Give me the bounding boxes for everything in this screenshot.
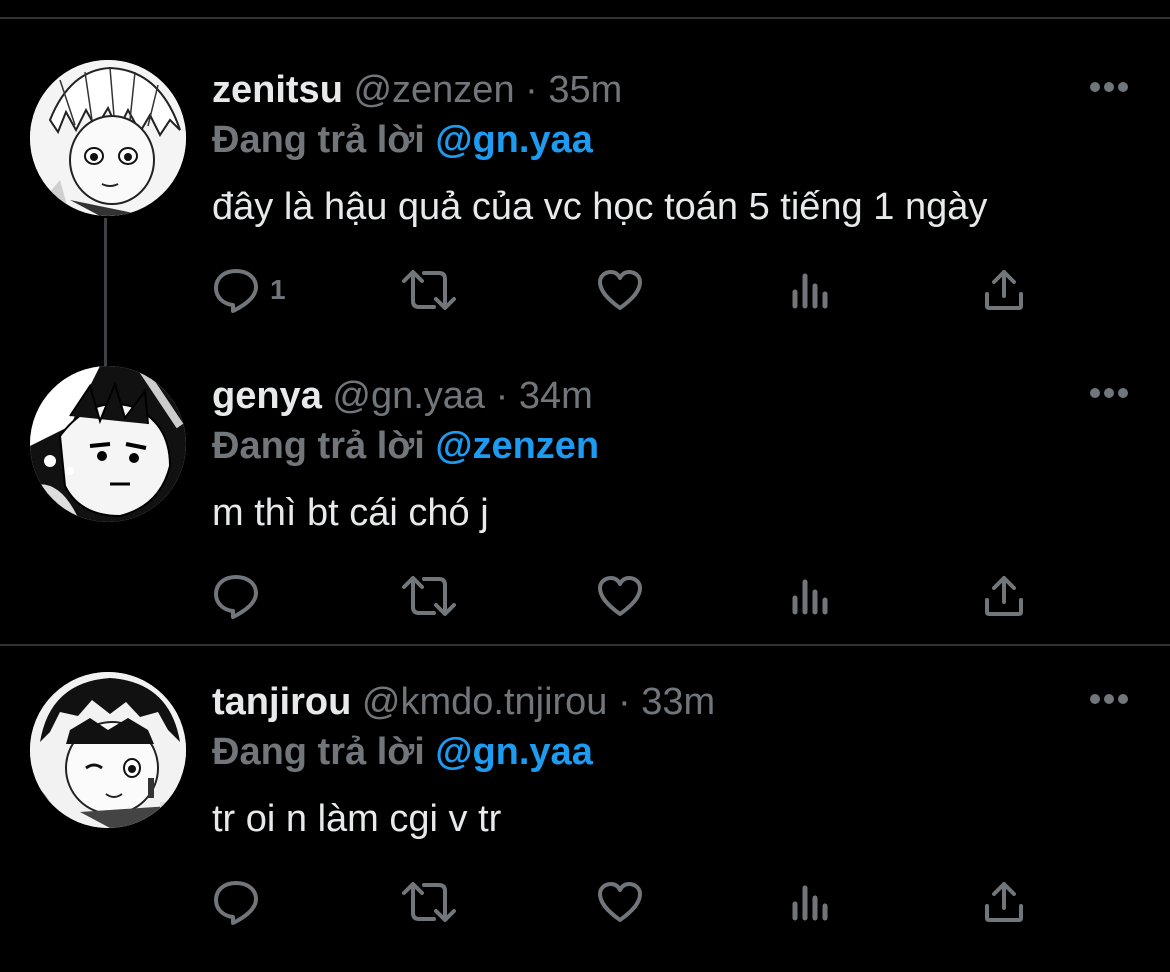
share-button[interactable] [982,571,1026,621]
avatar[interactable] [30,60,186,216]
tweet-tanjirou[interactable]: tanjirou @kmdo.tnjirou · 33m Đang trả lờ… [0,672,1170,972]
replying-to-line: Đang trả lời @zenzen [212,424,599,468]
replying-to-line: Đang trả lời @gn.yaa [212,730,593,774]
views-button[interactable] [790,571,834,621]
share-icon [982,880,1026,924]
reply-count: 1 [270,274,286,305]
reply-button[interactable] [212,877,270,927]
tweet-genya[interactable]: genya @gn.yaa · 34m Đang trả lời @zenzen… [0,366,1170,666]
display-name[interactable]: tanjirou [212,681,351,723]
replying-to-handle[interactable]: @gn.yaa [435,731,592,773]
tweet-header: tanjirou @kmdo.tnjirou · 33m [212,680,715,724]
tweet-text: đây là hậu quả của vc học toán 5 tiếng 1… [212,186,988,228]
like-icon [596,880,644,924]
retweet-icon [400,573,458,619]
more-icon[interactable] [1088,686,1130,712]
like-icon [596,574,644,618]
timestamp[interactable]: 35m [548,69,622,111]
separator-dot: · [618,681,631,723]
retweet-button[interactable] [400,265,458,315]
display-name[interactable]: zenitsu [212,69,343,111]
tweet-actions [212,877,1052,927]
like-button[interactable] [596,265,644,315]
retweet-icon [400,879,458,925]
separator-dot: · [495,375,509,417]
views-icon [790,882,834,922]
tweet-header: zenitsu @zenzen · 35m [212,68,622,112]
user-handle[interactable]: @gn.yaa [332,375,485,417]
replying-to-label: Đang trả lời [212,731,425,773]
views-button[interactable] [790,265,834,315]
views-icon [790,270,834,310]
tanjirou-avatar-art [30,672,186,828]
avatar[interactable] [30,672,186,828]
share-button[interactable] [982,265,1026,315]
share-icon [982,268,1026,312]
reply-icon [212,573,260,619]
like-button[interactable] [596,877,644,927]
user-handle[interactable]: @kmdo.tnjirou [362,681,608,723]
reply-icon [212,267,260,313]
replying-to-handle[interactable]: @gn.yaa [435,119,592,161]
more-icon[interactable] [1088,380,1130,406]
separator-dot: · [525,69,538,111]
views-button[interactable] [790,877,834,927]
tweet-zenitsu[interactable]: zenitsu @zenzen · 35m Đang trả lời @gn.y… [0,60,1170,360]
user-handle[interactable]: @zenzen [353,69,514,111]
replying-to-label: Đang trả lời [212,119,425,161]
retweet-button[interactable] [400,877,458,927]
timestamp[interactable]: 33m [641,681,715,723]
views-icon [790,576,834,616]
like-button[interactable] [596,571,644,621]
reply-icon [212,879,260,925]
share-button[interactable] [982,877,1026,927]
tweet-actions: 1 [212,265,1052,315]
replying-to-label: Đang trả lời [212,425,425,467]
replying-to-line: Đang trả lời @gn.yaa [212,118,593,162]
tweet-header: genya @gn.yaa · 34m [212,374,593,418]
tweet-text: m thì bt cái chó j [212,492,489,534]
tweet-text: tr oi n làm cgi v tr [212,798,502,840]
tweet-actions [212,571,1052,621]
display-name[interactable]: genya [212,375,322,417]
timestamp[interactable]: 34m [519,375,593,417]
reply-button[interactable]: 1 [212,265,286,315]
replying-to-handle[interactable]: @zenzen [435,425,599,467]
genya-avatar-art [30,366,186,522]
avatar[interactable] [30,366,186,522]
more-icon[interactable] [1088,74,1130,100]
reply-button[interactable] [212,571,270,621]
zenitsu-avatar-art [30,60,186,216]
share-icon [982,574,1026,618]
like-icon [596,268,644,312]
retweet-icon [400,267,458,313]
retweet-button[interactable] [400,571,458,621]
top-divider [0,17,1170,19]
